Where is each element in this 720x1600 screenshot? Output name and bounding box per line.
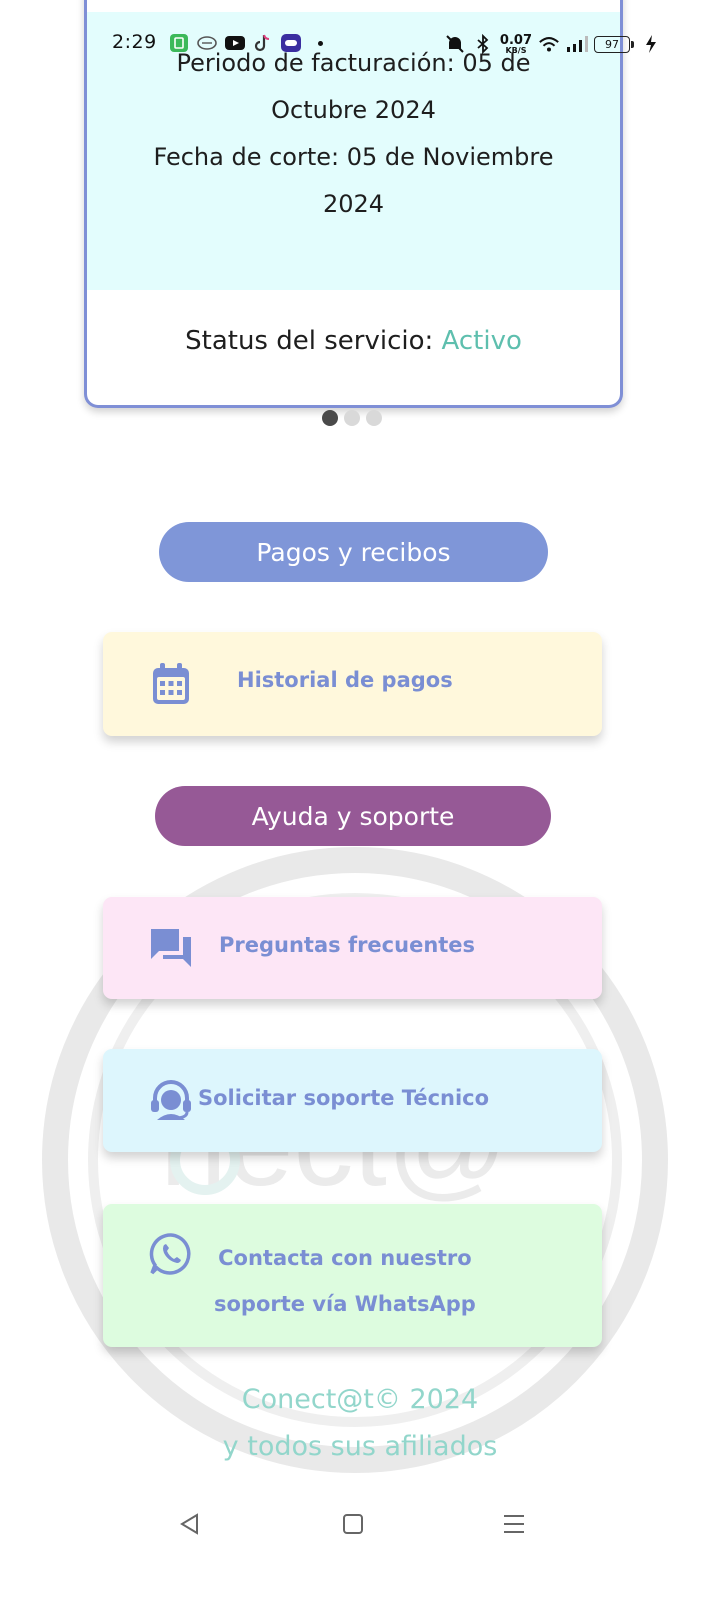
youtube-icon <box>224 33 246 53</box>
status-bar: 2:29 0.07 KB/S 97 <box>0 0 720 88</box>
faq-label: Preguntas frecuentes <box>219 933 476 957</box>
footer-copyright: Conect@t© 2024 y todos sus afiliados <box>0 1376 720 1470</box>
back-icon[interactable] <box>170 1504 210 1544</box>
mute-icon <box>444 34 466 54</box>
network-speed-unit: KB/S <box>505 45 527 55</box>
app-store-icon <box>168 33 190 53</box>
whatsapp-support-button[interactable]: Contacta con nuestro soporte vía WhatsAp… <box>103 1204 602 1347</box>
cutoff-date-line2: 2024 <box>322 190 385 218</box>
network-speed: 0.07 KB/S <box>500 34 532 55</box>
whatsapp-support-label: Contacta con nuestro soporte vía WhatsAp… <box>214 1235 476 1327</box>
whatsapp-label-line1: Contacta con nuestro <box>218 1246 472 1270</box>
carousel-dot-3[interactable] <box>366 410 382 426</box>
footer-line2: y todos sus afiliados <box>222 1431 498 1462</box>
tech-support-button[interactable]: Solicitar soporte Técnico <box>103 1049 602 1152</box>
more-notifications-dot <box>318 40 323 46</box>
tech-support-label: Solicitar soporte Técnico <box>198 1086 490 1110</box>
messaging-app-icon <box>196 33 218 53</box>
signal-icon <box>566 34 588 54</box>
footer-line1: Conect@t© 2024 <box>241 1384 479 1415</box>
calendar-icon <box>151 662 191 706</box>
battery-icon: 97 <box>594 35 634 53</box>
bluetooth-icon <box>472 34 494 54</box>
home-icon[interactable] <box>333 1504 373 1544</box>
faq-button[interactable]: Preguntas frecuentes <box>103 897 602 999</box>
system-navigation-bar <box>0 1490 720 1560</box>
chat-bubbles-icon <box>149 927 193 969</box>
service-status-label: Status del servicio: <box>185 326 434 356</box>
charging-icon <box>640 34 662 54</box>
carousel-dot-1[interactable] <box>322 410 338 426</box>
tiktok-icon <box>252 33 274 53</box>
ayuda-section-header[interactable]: Ayuda y soporte <box>155 786 551 846</box>
carousel-dot-2[interactable] <box>344 410 360 426</box>
service-status: Status del servicio: Activo <box>87 326 620 356</box>
carousel-indicator <box>322 410 382 426</box>
pagos-section-header[interactable]: Pagos y recibos <box>159 522 548 582</box>
whatsapp-label-line2: soporte vía WhatsApp <box>214 1292 476 1316</box>
headset-icon <box>149 1080 193 1120</box>
whatsapp-icon <box>149 1232 193 1276</box>
status-time: 2:29 <box>112 31 157 53</box>
cutoff-date-line1: Fecha de corte: 05 de Noviembre <box>153 143 554 171</box>
service-status-value: Activo <box>441 326 522 356</box>
notification-icons <box>168 32 323 54</box>
wifi-icon <box>538 34 560 54</box>
system-icons: 0.07 KB/S 97 <box>444 32 662 56</box>
billing-period-line2: Octubre 2024 <box>271 96 436 124</box>
payment-history-label: Historial de pagos <box>237 668 453 692</box>
game-app-icon <box>280 33 302 53</box>
menu-icon[interactable] <box>494 1504 534 1544</box>
network-speed-value: 0.07 <box>499 32 532 48</box>
payment-history-button[interactable]: Historial de pagos <box>103 632 602 736</box>
